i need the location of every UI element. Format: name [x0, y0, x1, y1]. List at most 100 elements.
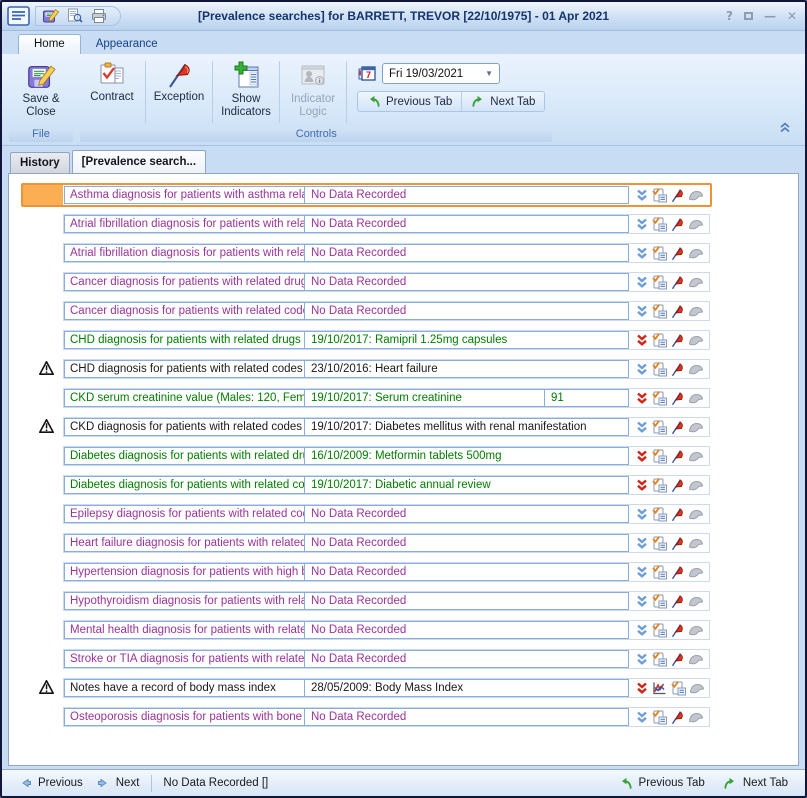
indicator-value-field[interactable]: No Data Recorded [305, 506, 628, 522]
previous-tab-button[interactable]: Previous Tab [358, 92, 461, 111]
save-close-button[interactable]: Save & Close [10, 58, 72, 119]
clipboard-icon[interactable] [651, 506, 667, 522]
indicator-value-field[interactable]: 28/05/2009: Body Mass Index [305, 680, 628, 696]
indicator-value-field[interactable]: No Data Recorded [305, 303, 628, 319]
indicator-value-field[interactable]: 19/10/2017: Serum creatinine [305, 390, 544, 406]
flag-icon[interactable] [670, 478, 685, 493]
indicator-row[interactable]: Asthma diagnosis for patients with asthm… [21, 183, 712, 207]
contract-button[interactable]: Contract [81, 58, 143, 104]
clipboard-icon[interactable] [651, 477, 667, 493]
flag-icon[interactable] [670, 275, 685, 290]
expand-chevron-icon[interactable] [636, 711, 648, 724]
help-icon[interactable]: ? [726, 10, 733, 22]
clipboard-icon[interactable] [651, 535, 667, 551]
expand-chevron-icon[interactable] [636, 450, 648, 463]
flag-icon[interactable] [670, 188, 685, 203]
expand-chevron-icon[interactable] [636, 508, 648, 521]
indicator-value-field[interactable]: 19/10/2017: Ramipril 1.25mg capsules [305, 332, 628, 348]
clipboard-icon[interactable] [651, 216, 667, 232]
indicator-value-field[interactable]: No Data Recorded [305, 564, 628, 580]
indicator-row[interactable]: CHD diagnosis for patients with related … [21, 328, 712, 352]
indicator-value-field[interactable]: 19/10/2017: Diabetes mellitus with renal… [305, 419, 628, 435]
tab-history[interactable]: History [10, 152, 70, 173]
indicator-row[interactable]: Mental health diagnosis for patients wit… [21, 618, 712, 642]
flag-icon[interactable] [670, 420, 685, 435]
flag-icon[interactable] [670, 623, 685, 638]
indicator-numeric-field[interactable]: 91 [544, 390, 628, 406]
exception-button[interactable]: Exception [148, 58, 210, 104]
indicator-row[interactable]: Atrial fibrillation diagnosis for patien… [21, 241, 712, 265]
indicator-value-field[interactable]: No Data Recorded [305, 709, 628, 725]
indicator-row[interactable]: CKD diagnosis for patients with related … [21, 415, 712, 439]
indicator-row[interactable]: Cancer diagnosis for patients with relat… [21, 299, 712, 323]
tab-prevalence-search[interactable]: [Prevalence search... [72, 150, 206, 173]
clipboard-icon[interactable] [651, 622, 667, 638]
indicator-row[interactable]: Stroke or TIA diagnosis for patients wit… [21, 647, 712, 671]
clipboard-icon[interactable] [651, 245, 667, 261]
clipboard-icon[interactable] [651, 564, 667, 580]
indicator-row[interactable]: Epilepsy diagnosis for patients with rel… [21, 502, 712, 526]
clipboard-icon[interactable] [651, 709, 667, 725]
clipboard-icon[interactable] [651, 187, 667, 203]
date-dropdown[interactable]: Fri 19/03/2021 ▼ [382, 63, 500, 84]
indicator-value-field[interactable]: No Data Recorded [305, 274, 628, 290]
indicator-value-field[interactable]: No Data Recorded [305, 593, 628, 609]
indicator-row[interactable]: Osteoporosis diagnosis for patients with… [21, 705, 712, 729]
flag-icon[interactable] [670, 333, 685, 348]
expand-chevron-icon[interactable] [636, 682, 648, 695]
indicator-value-field[interactable]: No Data Recorded [305, 216, 628, 232]
clipboard-icon[interactable] [651, 361, 667, 377]
expand-chevron-icon[interactable] [636, 624, 648, 637]
indicator-row[interactable]: CKD serum creatinine value (Males: 120, … [21, 386, 712, 410]
expand-chevron-icon[interactable] [636, 479, 648, 492]
flag-icon[interactable] [670, 594, 685, 609]
expand-chevron-icon[interactable] [636, 392, 648, 405]
indicator-row[interactable]: Hypertension diagnosis for patients with… [21, 560, 712, 584]
expand-chevron-icon[interactable] [636, 276, 648, 289]
expand-chevron-icon[interactable] [636, 537, 648, 550]
indicator-value-field[interactable]: No Data Recorded [305, 535, 628, 551]
tab-home[interactable]: Home [18, 34, 81, 54]
next-tab-button[interactable]: Next Tab [461, 92, 544, 111]
indicator-row[interactable]: Diabetes diagnosis for patients with rel… [21, 473, 712, 497]
indicator-value-field[interactable]: No Data Recorded [305, 651, 628, 667]
show-indicators-button[interactable]: Show Indicators [215, 58, 277, 119]
indicator-row[interactable]: Hypothyroidism diagnosis for patients wi… [21, 589, 712, 613]
tab-appearance[interactable]: Appearance [81, 35, 173, 54]
expand-chevron-icon[interactable] [636, 363, 648, 376]
expand-chevron-icon[interactable] [636, 421, 648, 434]
clipboard-icon[interactable] [651, 651, 667, 667]
print-preview-button[interactable] [66, 8, 84, 24]
restore-icon[interactable] [744, 12, 753, 20]
clipboard-icon[interactable] [651, 593, 667, 609]
flag-icon[interactable] [670, 565, 685, 580]
indicator-value-field[interactable]: No Data Recorded [305, 187, 628, 203]
expand-chevron-icon[interactable] [636, 189, 648, 202]
flag-icon[interactable] [670, 710, 685, 725]
close-icon[interactable]: ✕ [787, 10, 797, 22]
indicator-value-field[interactable]: No Data Recorded [305, 245, 628, 261]
flag-icon[interactable] [670, 304, 685, 319]
indicator-value-field[interactable]: No Data Recorded [305, 622, 628, 638]
indicator-value-field[interactable]: 16/10/2009: Metformin tablets 500mg [305, 448, 628, 464]
quick-save-button[interactable] [42, 8, 60, 24]
previous-button[interactable]: Previous [12, 777, 90, 789]
collapse-ribbon-button[interactable] [779, 122, 791, 136]
clipboard-icon[interactable] [651, 390, 667, 406]
expand-chevron-icon[interactable] [636, 334, 648, 347]
next-button[interactable]: Next [90, 777, 147, 789]
flag-icon[interactable] [670, 246, 685, 261]
indicator-row[interactable]: Heart failure diagnosis for patients wit… [21, 531, 712, 555]
indicator-value-field[interactable]: 23/10/2016: Heart failure [305, 361, 628, 377]
flag-icon[interactable] [670, 391, 685, 406]
expand-chevron-icon[interactable] [636, 247, 648, 260]
expand-chevron-icon[interactable] [636, 305, 648, 318]
indicator-value-field[interactable]: 19/10/2017: Diabetic annual review [305, 477, 628, 493]
clipboard-icon[interactable] [651, 332, 667, 348]
expand-chevron-icon[interactable] [636, 566, 648, 579]
previous-tab-button-status[interactable]: Previous Tab [612, 777, 712, 790]
expand-chevron-icon[interactable] [636, 595, 648, 608]
next-tab-button-status[interactable]: Next Tab [716, 777, 795, 790]
indicator-row[interactable]: Notes have a record of body mass index28… [21, 676, 712, 700]
expand-chevron-icon[interactable] [636, 218, 648, 231]
